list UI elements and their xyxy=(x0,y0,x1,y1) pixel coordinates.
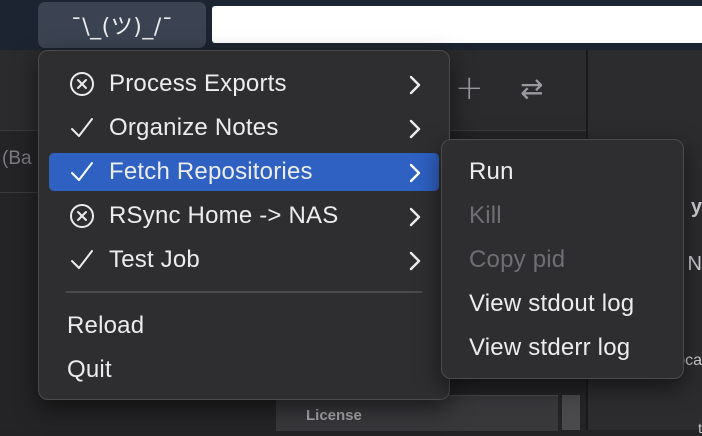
chevron-right-icon xyxy=(409,74,421,102)
menu-bar: ¯\_(ツ)_/¯ xyxy=(0,0,702,50)
chevron-right-icon xyxy=(409,162,421,190)
status-item-shrug[interactable]: ¯\_(ツ)_/¯ xyxy=(38,2,206,48)
menu-item-fetch-repositories[interactable]: Fetch Repositories xyxy=(49,153,439,191)
menu-item-label: Fetch Repositories xyxy=(109,158,313,185)
checkmark-icon xyxy=(67,159,97,185)
reload-label: Reload xyxy=(67,312,145,339)
checkmark-icon xyxy=(67,247,97,273)
submenu-item-label: Kill xyxy=(469,202,502,229)
swap-arrows-icon[interactable]: ⇄ xyxy=(520,72,543,105)
chevron-right-icon xyxy=(409,206,421,234)
submenu-item-label: Run xyxy=(469,158,514,185)
submenu-item-view-stdout-log[interactable]: View stdout log xyxy=(449,285,676,323)
background-edge-text: N xyxy=(687,253,702,275)
menu-item-label: Process Exports xyxy=(109,70,287,97)
menu-item-label: Test Job xyxy=(109,246,200,273)
submenu-item-label: View stdout log xyxy=(469,290,635,317)
submenu-item-label: View stderr log xyxy=(469,334,631,361)
x-circle-icon xyxy=(67,203,97,229)
menu-item-quit[interactable]: Quit xyxy=(49,351,439,389)
submenu-item-view-stderr-log[interactable]: View stderr log xyxy=(449,329,676,367)
menu-item-process-exports[interactable]: Process Exports xyxy=(49,65,439,103)
background-edge-text: y xyxy=(690,196,702,218)
x-circle-icon xyxy=(67,71,97,97)
background-edge-text: t xyxy=(698,420,702,436)
menu-item-reload[interactable]: Reload xyxy=(49,307,439,345)
menu-item-rsync-home-nas[interactable]: RSync Home -> NAS xyxy=(49,197,439,235)
menu-item-organize-notes[interactable]: Organize Notes xyxy=(49,109,439,147)
menu-item-label: RSync Home -> NAS xyxy=(109,202,339,229)
add-icon[interactable]: + xyxy=(455,68,484,108)
submenu-item-kill: Kill xyxy=(449,197,676,235)
quit-label: Quit xyxy=(67,356,112,383)
menu-item-test-job[interactable]: Test Job xyxy=(49,241,439,279)
chevron-right-icon xyxy=(409,250,421,278)
submenu-item-label: Copy pid xyxy=(469,246,566,273)
checkmark-icon xyxy=(67,115,97,141)
background-scrollbar[interactable] xyxy=(562,395,580,430)
menubar-white-field xyxy=(212,6,702,43)
submenu-item-run[interactable]: Run xyxy=(449,153,676,191)
license-label: License xyxy=(306,407,362,424)
chevron-right-icon xyxy=(409,118,421,146)
submenu-item-copy-pid: Copy pid xyxy=(449,241,676,279)
menu-item-label: Organize Notes xyxy=(109,114,279,141)
job-submenu: Run Kill Copy pid View stdout log View s… xyxy=(441,139,684,379)
background-partial-label: (Ba xyxy=(2,148,32,169)
menu-separator xyxy=(66,291,422,293)
status-dropdown-menu: Process Exports Organize Notes Fetch Rep… xyxy=(38,50,450,400)
